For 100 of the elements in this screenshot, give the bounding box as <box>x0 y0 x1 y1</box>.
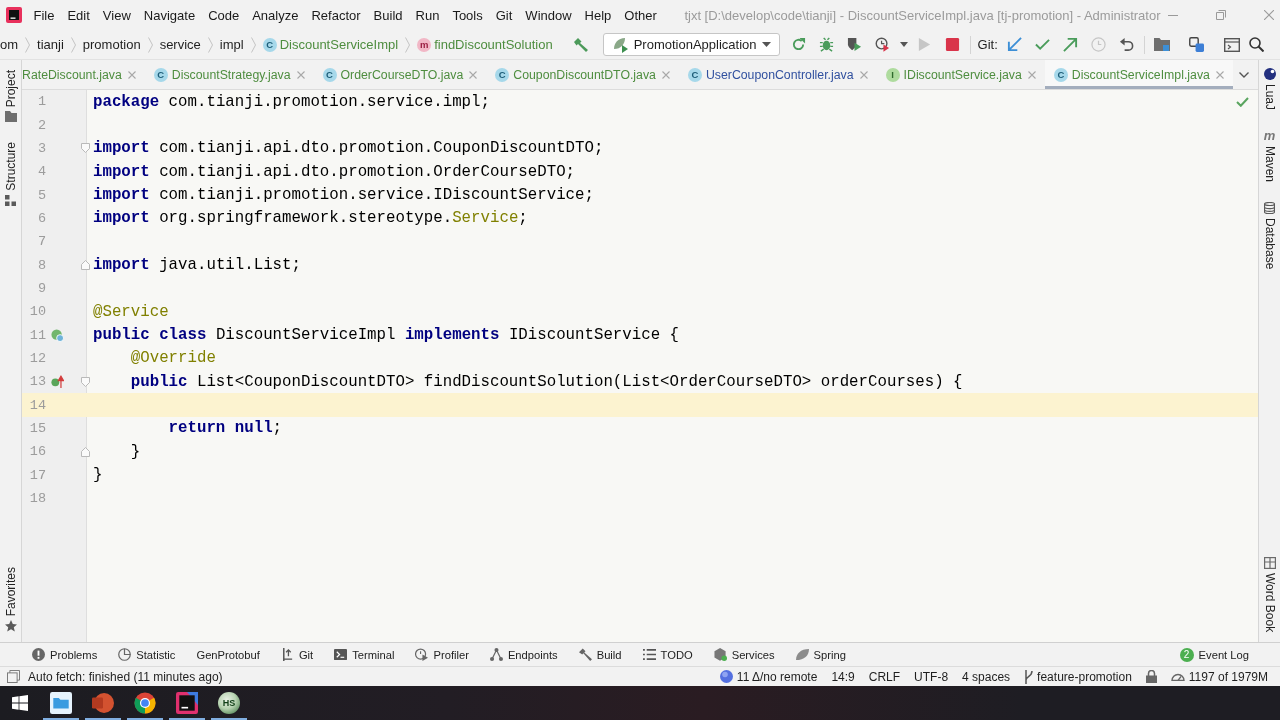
tool-window-button[interactable]: 2 Event Log <box>1179 647 1249 662</box>
status-item[interactable]: 1197 of 1979M <box>1170 669 1268 684</box>
search-icon[interactable] <box>1249 37 1265 52</box>
close-icon[interactable] <box>1027 70 1036 79</box>
arrow-down-left-icon[interactable] <box>1007 37 1023 52</box>
minimize-icon[interactable] <box>1167 14 1178 16</box>
chevron-icon <box>25 36 31 53</box>
hammer-icon[interactable] <box>572 36 589 53</box>
window-title: tjxt [D:\develop\code\tianji] - DiscountServiceImpl.java [tj-promotion] - Administrator <box>684 7 1161 23</box>
caret-icon[interactable] <box>899 42 908 47</box>
menu-item[interactable]: Help <box>578 7 618 23</box>
menu-item[interactable]: Analyze <box>245 7 305 23</box>
editor-tab[interactable]: RateDiscount.java <box>22 60 145 89</box>
hammer-icon <box>578 648 592 661</box>
breadcrumb-item[interactable]: om <box>0 37 19 52</box>
menu-item[interactable]: Code <box>201 7 246 23</box>
shield-play-icon[interactable] <box>847 37 863 52</box>
menu-item[interactable]: Refactor <box>304 7 368 23</box>
folder-grid-icon[interactable] <box>1153 37 1170 52</box>
run-config-dropdown[interactable]: PromotionApplication <box>602 33 780 56</box>
line-number: 15 <box>29 421 46 436</box>
stop-icon[interactable] <box>945 37 961 52</box>
editor-tab[interactable]: C DiscountStrategy.java <box>144 60 314 89</box>
tool-window-button[interactable]: Terminal <box>334 648 395 661</box>
tool-window-button[interactable]: Problems <box>32 648 98 661</box>
tool-window-button[interactable]: Statistic <box>118 648 176 661</box>
breadcrumb-item[interactable]: promotion <box>82 37 141 52</box>
tool-window-button[interactable]: Endpoints <box>489 648 558 661</box>
menu-item[interactable]: Navigate <box>137 7 202 23</box>
tool-window-button[interactable]: Favorites <box>3 566 18 632</box>
fold-marker-icon[interactable] <box>81 446 90 457</box>
editor-tab[interactable]: I IDiscountService.java <box>876 60 1045 89</box>
breadcrumb-item[interactable]: m findDiscountSolution <box>417 37 553 52</box>
breadcrumb-item[interactable]: service <box>159 37 201 52</box>
tool-window-button[interactable]: Project <box>3 70 18 123</box>
breadcrumb-item[interactable]: tianji <box>37 37 64 52</box>
arrow-up-right-icon[interactable] <box>1063 37 1079 52</box>
fold-marker-icon[interactable] <box>81 260 90 271</box>
status-item[interactable]: 4 spaces <box>962 669 1011 684</box>
code-line: import com.tianji.api.dto.promotion.OrderCourseDTO; <box>93 162 576 181</box>
git-label: Git: <box>977 37 998 52</box>
bug-icon[interactable] <box>819 37 835 52</box>
status-item[interactable]: 11 Δ/no remote <box>719 669 818 684</box>
menu-item[interactable]: Git <box>489 7 519 23</box>
close-icon[interactable] <box>296 70 305 79</box>
restore-icon[interactable] <box>1215 10 1226 20</box>
squares-icon[interactable] <box>7 670 20 683</box>
implemented-method-icon[interactable] <box>50 375 64 389</box>
menu-item[interactable]: Tools <box>445 7 490 23</box>
check-icon[interactable] <box>1035 37 1051 52</box>
editor-tab[interactable]: C UserCouponController.java <box>678 60 877 89</box>
close-icon[interactable] <box>661 70 670 79</box>
editor-tab[interactable]: C DiscountServiceImpl.java <box>1044 60 1233 89</box>
tool-window-button[interactable]: LuaJ <box>1262 68 1277 111</box>
fold-marker-icon[interactable] <box>81 143 90 154</box>
start-icon[interactable] <box>12 695 28 711</box>
tool-window-button[interactable]: Spring <box>795 648 846 661</box>
menu-item[interactable]: Window <box>518 7 579 23</box>
interface-icon: I <box>885 67 900 82</box>
menu-item[interactable]: Build <box>367 7 409 23</box>
tool-window-button[interactable]: GenProtobuf <box>196 648 260 661</box>
undo-icon[interactable] <box>1119 37 1135 52</box>
menu-item[interactable]: Edit <box>60 7 97 23</box>
menu-item[interactable]: Other <box>617 7 664 23</box>
lock-icon[interactable] <box>1145 670 1157 683</box>
menu-item[interactable]: File <box>27 7 61 23</box>
close-icon[interactable] <box>127 70 136 79</box>
menu-item[interactable]: View <box>96 7 138 23</box>
status-item[interactable]: UTF-8 <box>914 669 949 684</box>
menu-item[interactable]: Run <box>409 7 446 23</box>
close-icon[interactable] <box>1263 10 1274 20</box>
rerun-icon[interactable] <box>791 37 807 52</box>
tool-window-button[interactable]: TODO <box>642 648 693 661</box>
tool-window-button[interactable]: Structure <box>3 142 18 207</box>
line-number: 11 <box>29 327 46 343</box>
tool-window-button[interactable]: Build <box>578 648 622 661</box>
tool-window-button[interactable]: Word Book <box>1262 556 1277 632</box>
tool-window-button[interactable]: Database <box>1262 202 1277 270</box>
tool-window-button[interactable]: Services <box>713 648 775 661</box>
implementations-icon[interactable] <box>50 328 64 342</box>
taskbar-app-button[interactable]: HS <box>211 686 247 720</box>
status-item[interactable]: feature-promotion <box>1024 669 1132 684</box>
breadcrumb-item[interactable]: impl <box>219 37 244 52</box>
close-icon[interactable] <box>859 70 868 79</box>
line-number: 6 <box>37 210 46 226</box>
tool-window-button[interactable]: m Maven <box>1262 130 1277 183</box>
status-item[interactable]: 14:9 <box>831 669 855 684</box>
window-icon[interactable] <box>1223 37 1240 52</box>
chevron-down-icon[interactable] <box>1239 71 1249 78</box>
squares-icon[interactable] <box>1189 37 1205 52</box>
tool-window-button[interactable]: Git <box>280 648 314 661</box>
editor-tab[interactable]: C CouponDiscountDTO.java <box>486 60 679 89</box>
editor-tab[interactable]: C OrderCourseDTO.java <box>313 60 487 89</box>
close-icon[interactable] <box>1215 70 1224 79</box>
tool-window-button[interactable]: Profiler <box>415 648 469 661</box>
close-icon[interactable] <box>469 70 478 79</box>
clock-play-icon[interactable] <box>875 37 891 52</box>
fold-marker-icon[interactable] <box>81 376 90 387</box>
status-item[interactable]: CRLF <box>868 669 901 684</box>
breadcrumb-item[interactable]: C DiscountServiceImpl <box>262 37 399 52</box>
